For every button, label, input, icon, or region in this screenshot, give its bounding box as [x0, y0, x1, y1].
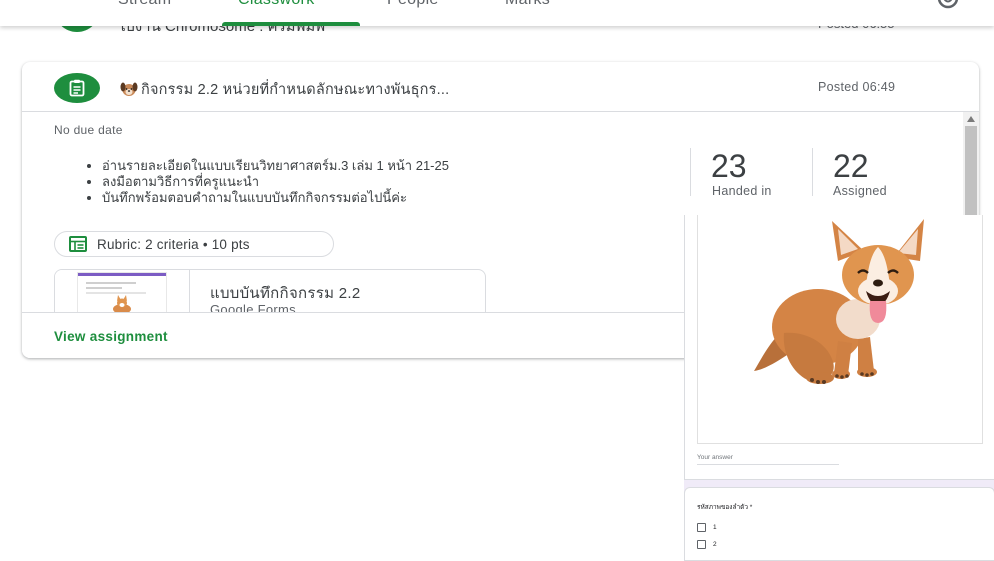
tab-people[interactable]: People — [387, 0, 439, 9]
posted-time: Posted 06:49 — [818, 80, 896, 94]
form-question-card: Your answer — [684, 215, 994, 480]
form-checkbox-question: รหัสภาพของลำตัว * 1 2 — [684, 487, 994, 561]
answer-input[interactable] — [697, 464, 839, 465]
stat-divider — [690, 148, 691, 196]
instruction-item: ลงมือตามวิธีการที่ครูแนะนำ — [102, 174, 449, 190]
assignment-header[interactable]: กิจกรรม 2.2 หน่วยที่กำหนดลักษณะทางพันธุก… — [22, 62, 979, 112]
assignment-title: กิจกรรม 2.2 หน่วยที่กำหนดลักษณะทางพันธุก… — [120, 78, 449, 101]
tab-marks[interactable]: Marks — [505, 0, 550, 9]
assignment-title-text: กิจกรรม 2.2 หน่วยที่กำหนดลักษณะทางพันธุก… — [141, 82, 450, 98]
rubric-chip[interactable]: Rubric: 2 criteria • 10 pts — [54, 231, 334, 257]
dog-emoji-icon — [120, 82, 138, 96]
checkbox-option-1[interactable] — [697, 523, 706, 532]
question-label: รหัสภาพของลำตัว * — [697, 504, 753, 511]
option-label: 1 — [713, 524, 717, 531]
handed-in-count[interactable]: 23 — [711, 148, 747, 185]
assigned-count[interactable]: 22 — [833, 148, 869, 185]
question-image — [697, 215, 983, 444]
form-preview-overlay: Your answer รหัสภาพของลำตัว * 1 2 — [684, 215, 994, 561]
checkbox-option-2[interactable] — [697, 540, 706, 549]
tab-stream[interactable]: Stream — [118, 0, 171, 9]
due-date: No due date — [54, 123, 123, 137]
view-assignment-link[interactable]: View assignment — [54, 329, 168, 344]
rubric-icon — [69, 236, 87, 252]
active-tab-indicator — [222, 22, 360, 26]
top-navigation: Stream Classwork People Marks — [0, 0, 994, 26]
instructions-list: อ่านรายละเอียดในแบบเรียนวิทยาศาสตร์ม.3 เ… — [84, 158, 449, 206]
gear-icon[interactable] — [934, 0, 962, 14]
option-label: 2 — [713, 541, 717, 548]
stat-divider — [812, 148, 813, 196]
scroll-up-icon[interactable] — [967, 116, 975, 122]
assigned-label: Assigned — [833, 184, 887, 198]
your-answer-label: Your answer — [697, 454, 733, 461]
instruction-item: อ่านรายละเอียดในแบบเรียนวิทยาศาสตร์ม.3 เ… — [102, 158, 449, 174]
tab-classwork[interactable]: Classwork — [238, 0, 315, 9]
assignment-icon — [54, 73, 100, 103]
handed-in-label: Handed in — [712, 184, 772, 198]
instruction-item: บันทึกพร้อมตอบคำถามในแบบบันทึกกิจกรรมต่อ… — [102, 190, 449, 206]
rubric-label: Rubric: 2 criteria • 10 pts — [97, 236, 250, 252]
corgi-illustration — [754, 219, 924, 384]
